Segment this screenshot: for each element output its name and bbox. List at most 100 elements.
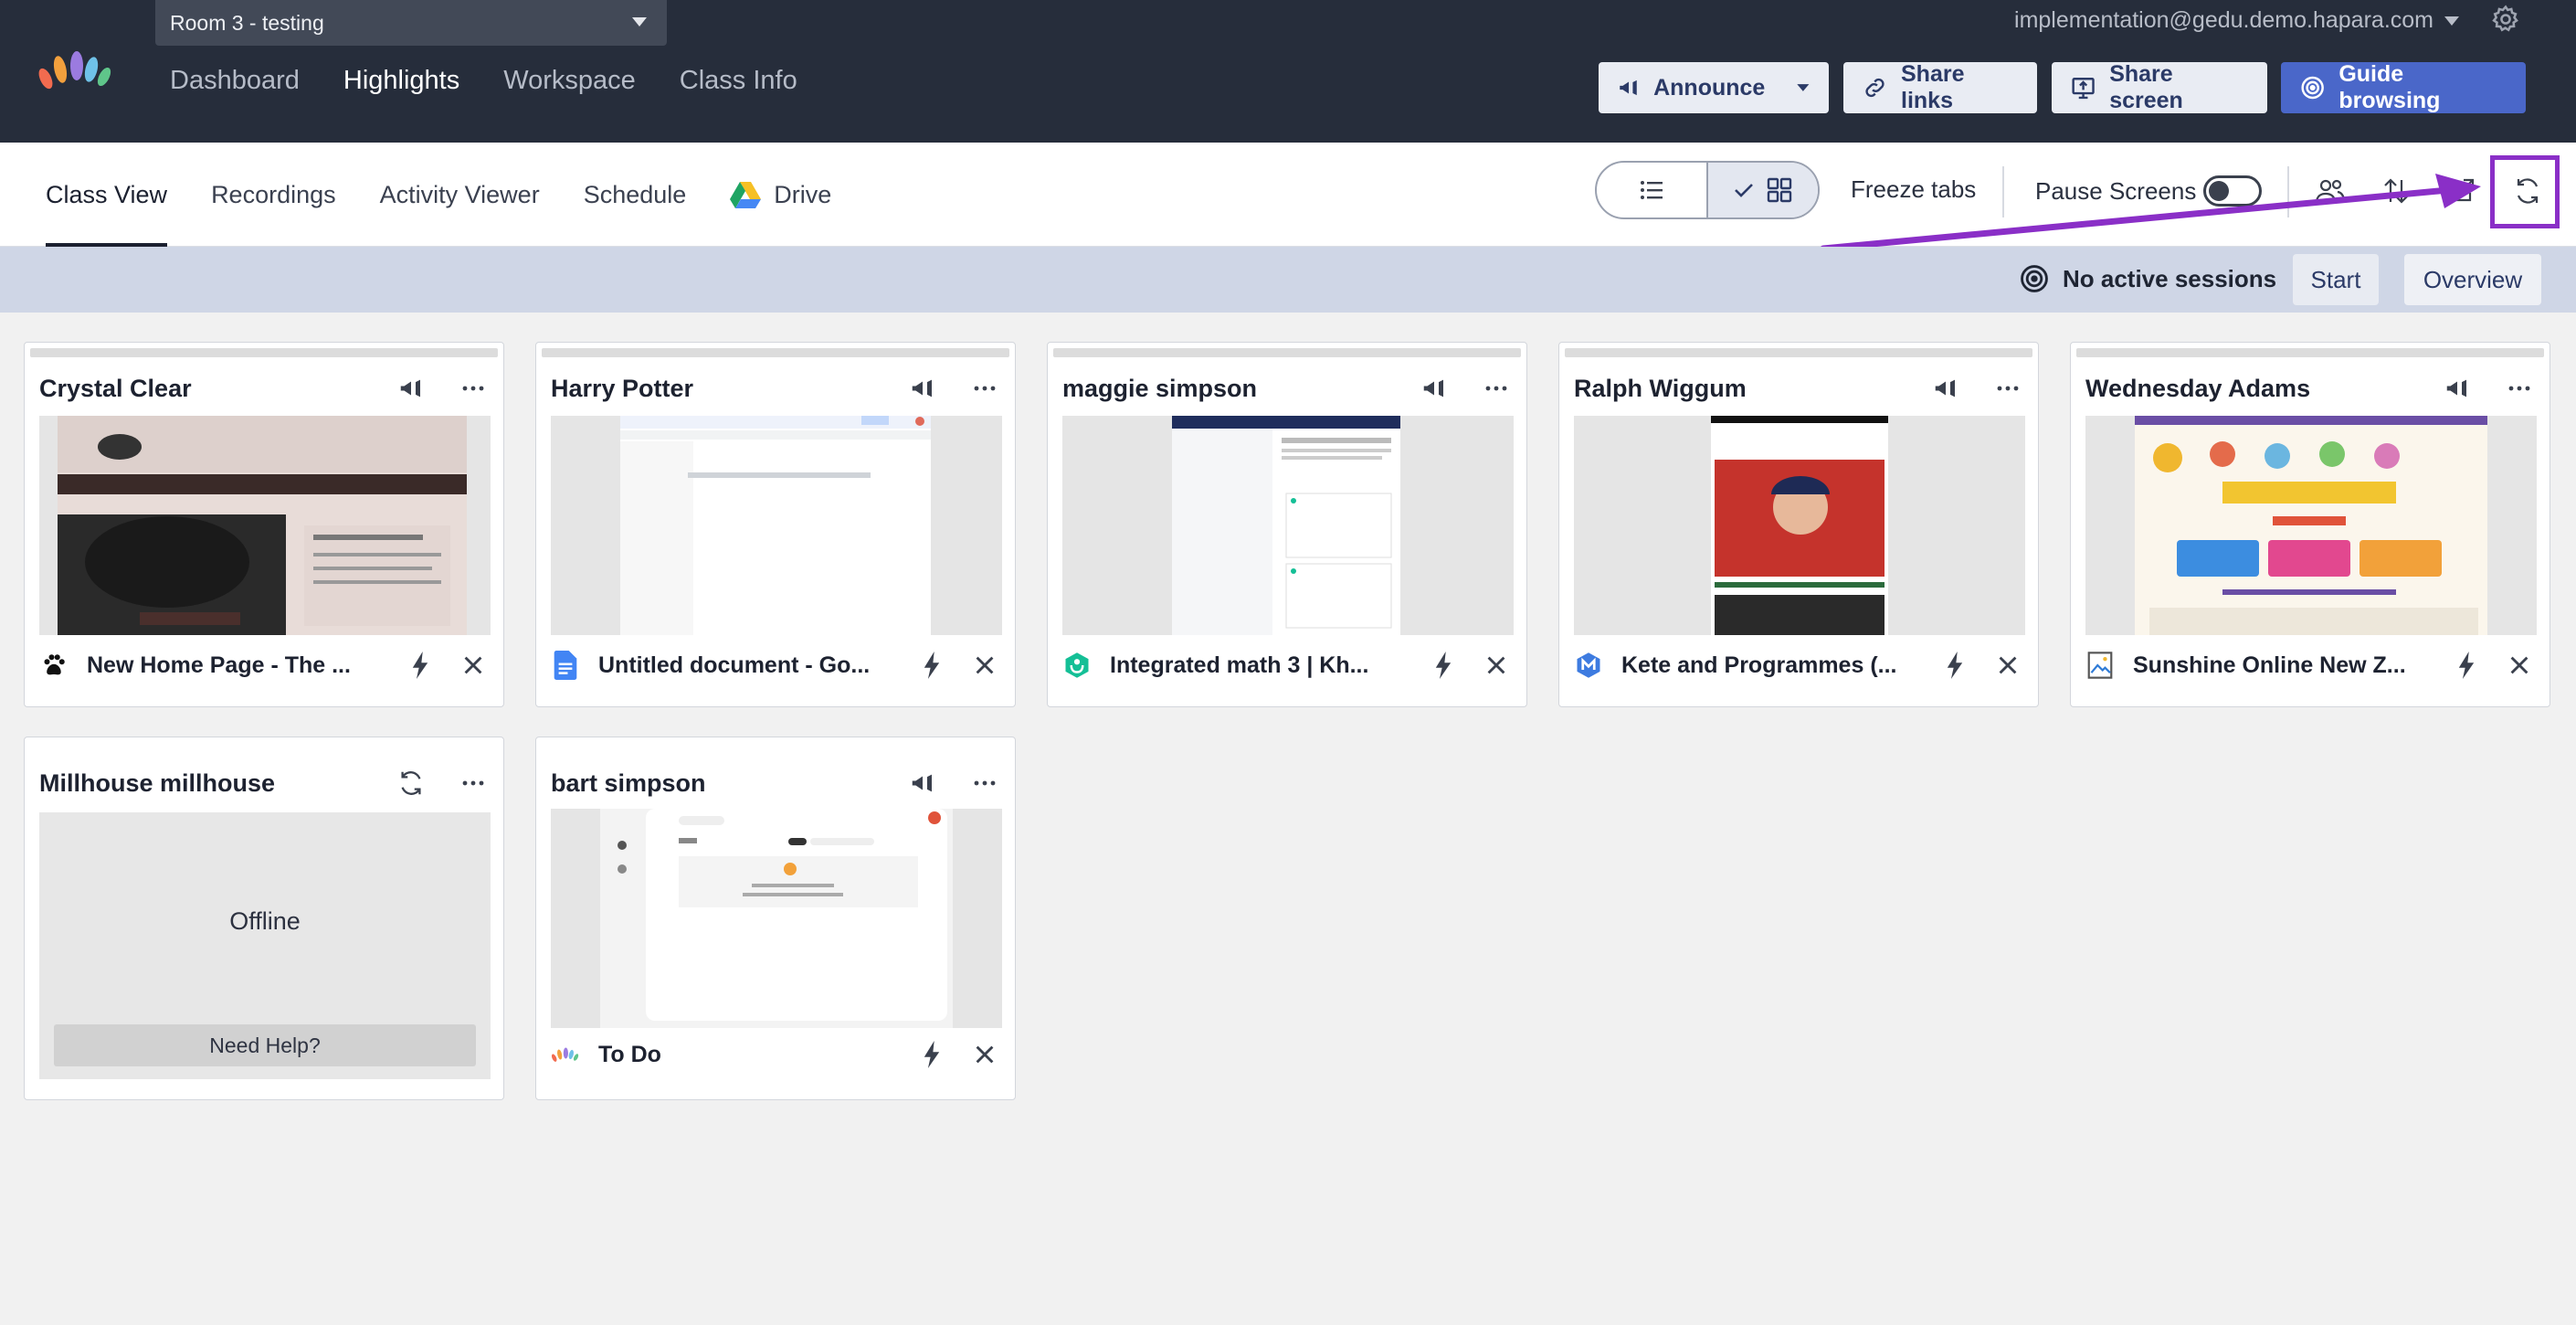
tab-class-view[interactable]: Class View (46, 143, 168, 247)
screen-thumbnail[interactable] (39, 416, 491, 635)
close-tab-button[interactable] (1481, 650, 1512, 681)
tab-title[interactable]: Untitled document - Go... (598, 652, 894, 679)
card-status-strip (1053, 348, 1521, 357)
guide-browsing-label: Guide browsing (2338, 61, 2441, 113)
student-card-offline[interactable]: Millhouse millhouse Offline Need Help? (24, 737, 504, 1100)
grid-view-button[interactable] (1706, 163, 1818, 217)
student-name: bart simpson (551, 768, 706, 797)
share-screen-button[interactable]: Share screen (2052, 61, 2267, 113)
student-card[interactable]: Harry Potter Untitled document - Go... (535, 342, 1016, 707)
announce-student-button[interactable] (1419, 373, 1450, 404)
student-card[interactable]: Ralph Wiggum Kete and Programmes (... (1558, 342, 2039, 707)
student-card[interactable]: bart simpson To Do (535, 737, 1016, 1100)
view-tabs: Class View Recordings Activity Viewer Sc… (46, 143, 875, 247)
tab-title[interactable]: Integrated math 3 | Kh... (1110, 652, 1406, 679)
announce-student-button[interactable] (2442, 373, 2473, 404)
students-button[interactable] (2309, 170, 2351, 212)
top-navigation-bar: Room 3 - testing Dashboard Highlights Wo… (0, 0, 2576, 143)
freeze-tabs-button[interactable]: Freeze tabs (1851, 175, 1976, 204)
chevron-down-icon[interactable] (1796, 80, 1811, 96)
link-icon (1865, 78, 1884, 98)
tab-drive[interactable]: Drive (730, 143, 831, 247)
close-tab-button[interactable] (2504, 650, 2535, 681)
more-options-button[interactable] (969, 373, 1000, 404)
pause-screens-toggle[interactable] (2203, 175, 2262, 207)
student-card[interactable]: Crystal Clear New Home Page - The ... (24, 342, 504, 707)
grid-icon (1767, 177, 1792, 203)
lightning-button[interactable] (1428, 650, 1459, 681)
tab-title[interactable]: New Home Page - The ... (87, 652, 383, 679)
lightning-icon (1435, 652, 1452, 679)
list-view-button[interactable] (1597, 163, 1706, 217)
tab-title[interactable]: Kete and Programmes (... (1621, 652, 1917, 679)
more-options-button[interactable] (458, 768, 489, 799)
announce-student-button[interactable] (907, 768, 938, 799)
close-tab-button[interactable] (458, 650, 489, 681)
screen-thumbnail[interactable] (551, 809, 1002, 1028)
student-name: Wednesday Adams (2085, 374, 2311, 402)
share-links-button[interactable]: Share links (1843, 61, 2037, 113)
user-menu[interactable]: implementation@gedu.demo.hapara.com (2014, 7, 2459, 34)
lightning-button[interactable] (916, 1039, 947, 1070)
share-links-label: Share links (1901, 61, 1965, 113)
session-status: No active sessions (2019, 263, 2276, 294)
hapara-logo[interactable] (37, 42, 115, 97)
more-options-button[interactable] (1992, 373, 2023, 404)
student-card[interactable]: Wednesday Adams Sunshine Online New Z... (2070, 342, 2550, 707)
announce-label: Announce (1653, 74, 1766, 101)
need-help-button[interactable]: Need Help? (54, 1024, 476, 1066)
close-tab-button[interactable] (1992, 650, 2023, 681)
sort-icon (2384, 178, 2408, 204)
room-selector[interactable]: Room 3 - testing (155, 0, 667, 46)
nav-workspace[interactable]: Workspace (503, 66, 636, 96)
share-screen-label: Share screen (2109, 61, 2183, 113)
overview-button[interactable]: Overview (2404, 254, 2541, 305)
screen-thumbnail[interactable] (2085, 416, 2537, 635)
tab-title[interactable]: To Do (598, 1042, 894, 1068)
tab-recordings[interactable]: Recordings (211, 143, 336, 247)
close-tab-button[interactable] (969, 1039, 1000, 1070)
active-tab-row: Kete and Programmes (... (1574, 644, 2023, 686)
more-options-button[interactable] (2504, 373, 2535, 404)
card-status-strip (30, 348, 498, 357)
card-status-strip (2076, 348, 2544, 357)
card-header: bart simpson (551, 765, 1000, 801)
announce-student-button[interactable] (396, 373, 427, 404)
screen-thumbnail[interactable] (1574, 416, 2025, 635)
screen-thumbnail[interactable] (1062, 416, 1514, 635)
announce-student-button[interactable] (1930, 373, 1961, 404)
tab-activity-viewer[interactable]: Activity Viewer (380, 143, 540, 247)
card-status-strip (30, 743, 498, 752)
start-session-button[interactable]: Start (2293, 254, 2379, 305)
more-options-button[interactable] (458, 373, 489, 404)
open-external-button[interactable] (2441, 170, 2483, 212)
announce-button[interactable]: Announce (1599, 62, 1829, 113)
student-card[interactable]: maggie simpson Integrated math 3 | Kh... (1047, 342, 1527, 707)
announce-student-button[interactable] (907, 373, 938, 404)
more-options-button[interactable] (969, 768, 1000, 799)
more-options-button[interactable] (1481, 373, 1512, 404)
refresh-student-button[interactable] (396, 768, 427, 799)
student-name: Harry Potter (551, 374, 694, 402)
tab-title[interactable]: Sunshine Online New Z... (2133, 652, 2429, 679)
guide-browsing-button[interactable]: Guide browsing (2281, 61, 2526, 113)
lightning-button[interactable] (916, 650, 947, 681)
megaphone-icon (912, 379, 932, 398)
nav-highlights[interactable]: Highlights (343, 66, 459, 96)
gear-icon[interactable] (2490, 4, 2521, 35)
lightning-button[interactable] (2451, 650, 2482, 681)
lightning-button[interactable] (405, 650, 436, 681)
nav-class-info[interactable]: Class Info (680, 66, 797, 96)
screen-thumbnail[interactable] (551, 416, 1002, 635)
nav-dashboard[interactable]: Dashboard (170, 66, 300, 96)
close-tab-button[interactable] (969, 650, 1000, 681)
sort-button[interactable] (2375, 170, 2417, 212)
session-banner: No active sessions Start Overview (0, 247, 2576, 313)
lightning-button[interactable] (1939, 650, 1970, 681)
annotation-highlight-box (2490, 155, 2560, 228)
ellipsis-icon (1997, 386, 2019, 391)
target-icon (2301, 76, 2324, 100)
tab-schedule[interactable]: Schedule (584, 143, 687, 247)
chevron-down-icon (2444, 16, 2459, 26)
active-tab-row: Sunshine Online New Z... (2085, 644, 2535, 686)
